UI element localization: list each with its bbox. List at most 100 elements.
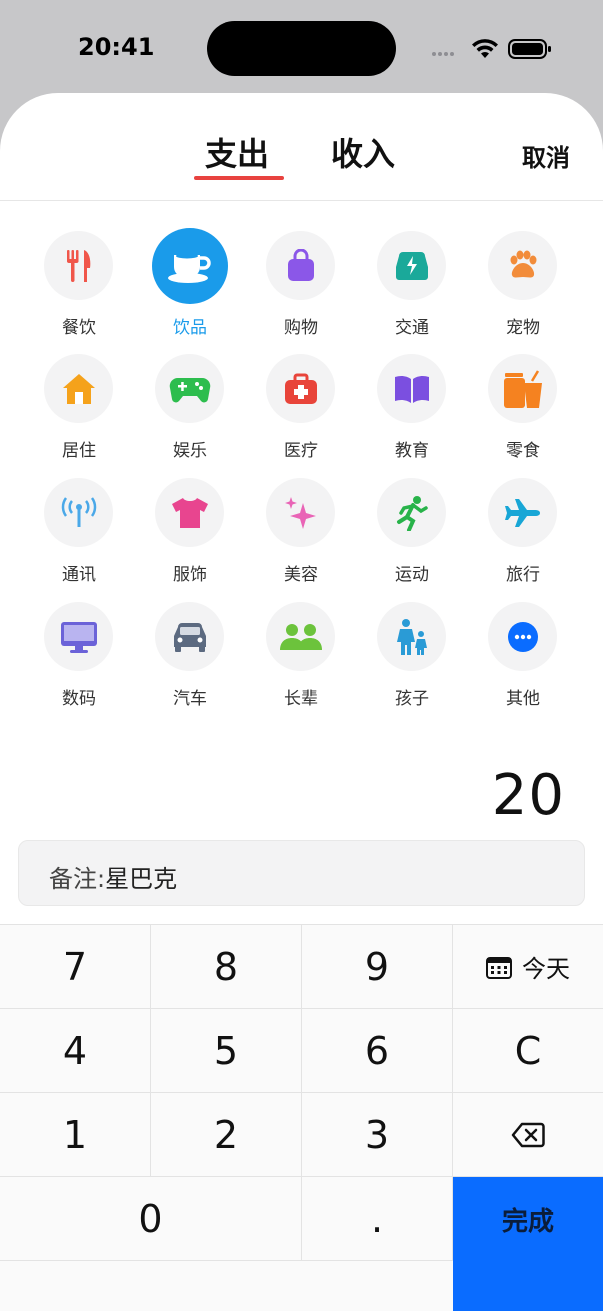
category-beauty[interactable]: 美容 xyxy=(251,478,351,588)
category-label: 美容 xyxy=(284,565,318,585)
amount-display: 20 xyxy=(491,763,565,828)
category-other[interactable]: 其他 xyxy=(473,602,573,712)
category-circle xyxy=(377,602,446,671)
calendar-icon xyxy=(486,956,512,979)
category-snacks[interactable]: 零食 xyxy=(473,354,573,464)
category-pets[interactable]: 宠物 xyxy=(473,231,573,341)
category-circle xyxy=(377,354,446,423)
category-circle xyxy=(44,602,113,671)
category-transport[interactable]: 交通 xyxy=(362,231,462,341)
key-4[interactable]: 4 xyxy=(0,1009,151,1093)
category-label: 医疗 xyxy=(284,441,318,461)
category-label: 零食 xyxy=(506,441,540,461)
tab-expense[interactable]: 支出 xyxy=(205,129,269,175)
category-circle-selected xyxy=(152,228,228,304)
category-elders[interactable]: 长辈 xyxy=(251,602,351,712)
number-keypad: 7 8 9 今天 4 5 6 C 1 2 3 0 . 完成 xyxy=(0,924,603,1311)
backspace-icon xyxy=(511,1122,545,1147)
category-circle xyxy=(488,354,557,423)
airplane-icon xyxy=(504,498,540,527)
clear-key[interactable]: C xyxy=(453,1009,603,1093)
medical-kit-icon xyxy=(284,373,317,404)
category-label: 其他 xyxy=(506,689,540,709)
key-9[interactable]: 9 xyxy=(302,925,453,1009)
people-icon xyxy=(279,623,322,650)
today-label: 今天 xyxy=(522,955,570,983)
antenna-icon xyxy=(61,496,96,527)
category-label: 服饰 xyxy=(173,565,207,585)
category-label: 长辈 xyxy=(284,689,318,709)
category-medical[interactable]: 医疗 xyxy=(251,354,351,464)
today-content: 今天 xyxy=(486,949,570,984)
category-label: 数码 xyxy=(62,689,96,709)
car-icon xyxy=(173,622,206,652)
category-education[interactable]: 教育 xyxy=(362,354,462,464)
category-communication[interactable]: 通讯 xyxy=(29,478,129,588)
category-label: 汽车 xyxy=(173,689,207,709)
category-digital[interactable]: 数码 xyxy=(29,602,129,712)
key-1[interactable]: 1 xyxy=(0,1093,151,1177)
key-3[interactable]: 3 xyxy=(302,1093,453,1177)
paw-icon xyxy=(510,250,536,277)
sparkles-icon xyxy=(284,496,316,529)
tshirt-icon xyxy=(171,497,208,528)
active-tab-indicator xyxy=(194,176,284,180)
key-dot[interactable]: . xyxy=(302,1177,453,1261)
category-children[interactable]: 孩子 xyxy=(362,602,462,712)
fork-knife-icon xyxy=(66,249,90,282)
wifi-icon xyxy=(472,39,498,58)
more-icon xyxy=(507,621,538,652)
category-circle xyxy=(44,478,113,547)
gamepad-icon xyxy=(169,377,210,402)
running-icon xyxy=(396,495,428,531)
category-circle xyxy=(377,231,446,300)
category-sports[interactable]: 运动 xyxy=(362,478,462,588)
coffee-cup-icon xyxy=(168,253,211,283)
category-label: 购物 xyxy=(284,318,318,338)
category-circle xyxy=(488,231,557,300)
today-date-button[interactable]: 今天 xyxy=(453,925,603,1009)
battery-icon xyxy=(508,39,551,59)
note-value[interactable]: 星巴克 xyxy=(105,865,177,893)
tab-income[interactable]: 收入 xyxy=(331,129,395,175)
key-7[interactable]: 7 xyxy=(0,925,151,1009)
category-circle xyxy=(44,231,113,300)
key-5[interactable]: 5 xyxy=(151,1009,302,1093)
category-circle xyxy=(266,231,335,300)
category-label: 娱乐 xyxy=(173,441,207,461)
key-8[interactable]: 8 xyxy=(151,925,302,1009)
type-tab-bar: 支出 收入 取消 xyxy=(0,93,603,201)
category-circle xyxy=(155,478,224,547)
done-label: 完成 xyxy=(501,1207,554,1237)
category-label: 宠物 xyxy=(506,318,540,338)
status-time: 20:41 xyxy=(78,33,155,61)
category-car[interactable]: 汽车 xyxy=(140,602,240,712)
category-entertainment[interactable]: 娱乐 xyxy=(140,354,240,464)
book-icon xyxy=(394,375,429,403)
category-housing[interactable]: 居住 xyxy=(29,354,129,464)
category-label: 饮品 xyxy=(173,318,207,338)
monitor-icon xyxy=(60,621,97,653)
category-dining[interactable]: 餐饮 xyxy=(29,231,129,341)
category-clothing[interactable]: 服饰 xyxy=(140,478,240,588)
category-shopping[interactable]: 购物 xyxy=(251,231,351,341)
category-drinks[interactable]: 饮品 xyxy=(140,228,240,341)
category-label: 餐饮 xyxy=(62,318,96,338)
category-travel[interactable]: 旅行 xyxy=(473,478,573,588)
category-circle xyxy=(44,354,113,423)
category-circle xyxy=(266,478,335,547)
backspace-key[interactable] xyxy=(453,1093,603,1177)
key-6[interactable]: 6 xyxy=(302,1009,453,1093)
category-label: 孩子 xyxy=(395,689,429,709)
category-circle xyxy=(155,602,224,671)
category-circle xyxy=(266,602,335,671)
category-circle xyxy=(266,354,335,423)
category-circle xyxy=(488,478,557,547)
key-0[interactable]: 0 xyxy=(0,1177,302,1261)
house-icon xyxy=(62,373,95,404)
done-button[interactable]: 完成 xyxy=(453,1177,603,1311)
category-circle xyxy=(155,354,224,423)
key-2[interactable]: 2 xyxy=(151,1093,302,1177)
note-field[interactable]: 备注:星巴克 xyxy=(18,840,585,906)
cancel-button[interactable]: 取消 xyxy=(522,138,570,173)
